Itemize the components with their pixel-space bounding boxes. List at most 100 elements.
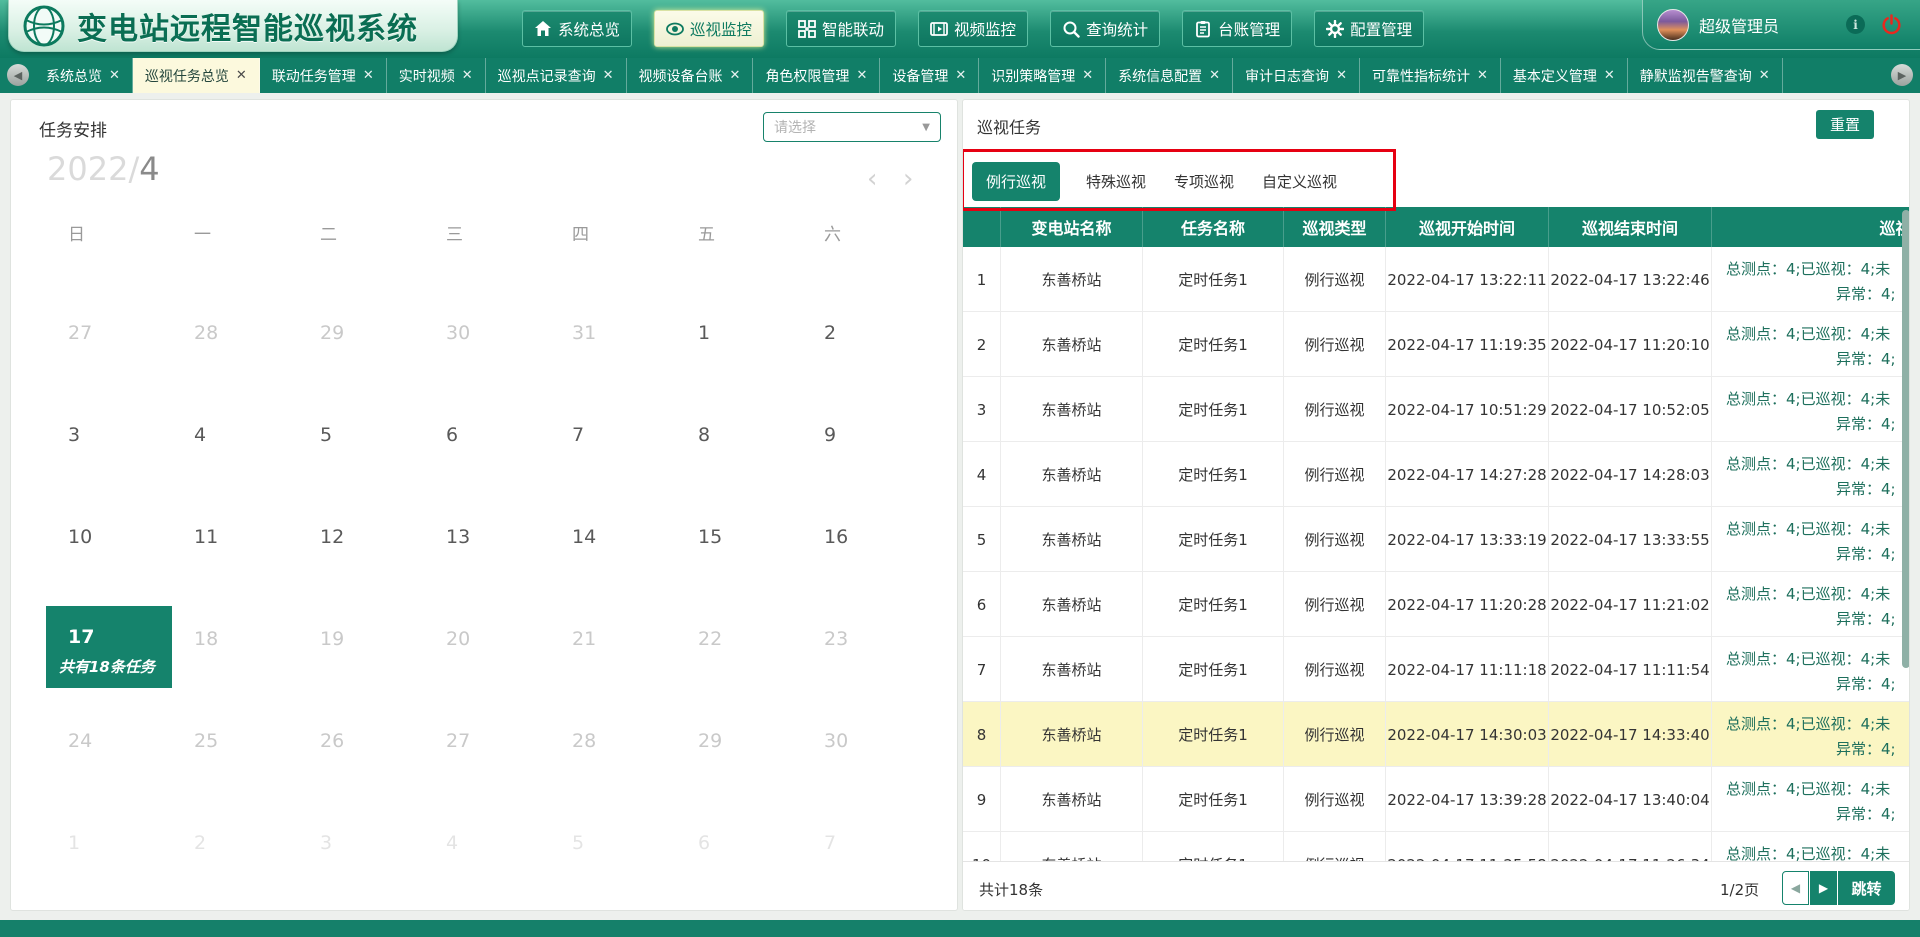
nav-config-button[interactable]: 配置管理	[1314, 10, 1424, 47]
tab-3[interactable]: 联动任务管理✕	[260, 58, 387, 93]
nav-home-button[interactable]: 系统总览	[522, 10, 632, 47]
calendar-day[interactable]: 16	[802, 490, 928, 592]
nav-video-button[interactable]: 视频监控	[918, 10, 1028, 47]
nav-ledger-button[interactable]: 台账管理	[1182, 10, 1292, 47]
tab-close-icon[interactable]: ✕	[1336, 68, 1347, 83]
power-logout-icon[interactable]	[1881, 14, 1902, 35]
table-row[interactable]: 4东善桥站定时任务1例行巡视2022-04-17 14:27:282022-04…	[963, 442, 1910, 507]
calendar-day[interactable]: 22	[676, 592, 802, 694]
calendar-prev-icon[interactable]: ‹	[867, 166, 877, 192]
filter-tab-3[interactable]: 专项巡视	[1172, 162, 1236, 201]
calendar-day[interactable]: 29	[676, 694, 802, 796]
tab-close-icon[interactable]: ✕	[856, 68, 867, 83]
info-icon[interactable]: i	[1846, 15, 1865, 34]
calendar-day[interactable]: 1	[46, 796, 172, 898]
calendar-day[interactable]: 4	[424, 796, 550, 898]
calendar-day[interactable]: 3	[298, 796, 424, 898]
calendar-day[interactable]: 7	[802, 796, 928, 898]
tab-13[interactable]: 基本定义管理✕	[1501, 58, 1628, 93]
calendar-day[interactable]: 8	[676, 388, 802, 490]
calendar-day[interactable]: 23	[802, 592, 928, 694]
table-scrollbar-thumb[interactable]	[1902, 210, 1910, 668]
user-avatar[interactable]	[1657, 9, 1689, 41]
calendar-day[interactable]: 14	[550, 490, 676, 592]
reset-button[interactable]: 重置	[1816, 110, 1874, 139]
tab-11[interactable]: 审计日志查询✕	[1233, 58, 1360, 93]
tab-4[interactable]: 实时视频✕	[387, 58, 486, 93]
tab-10[interactable]: 系统信息配置✕	[1106, 58, 1233, 93]
table-row[interactable]: 9东善桥站定时任务1例行巡视2022-04-17 13:39:282022-04…	[963, 767, 1910, 832]
page-jump-button[interactable]: 跳转	[1838, 871, 1895, 905]
calendar-day[interactable]: 28	[550, 694, 676, 796]
calendar-day[interactable]: 18	[172, 592, 298, 694]
calendar-day[interactable]: 2	[802, 286, 928, 388]
nav-search-button[interactable]: 查询统计	[1050, 10, 1160, 47]
tab-6[interactable]: 视频设备台账✕	[627, 58, 754, 93]
table-row[interactable]: 7东善桥站定时任务1例行巡视2022-04-17 11:11:182022-04…	[963, 637, 1910, 702]
calendar-day[interactable]: 24	[46, 694, 172, 796]
nav-smart-link-button[interactable]: 智能联动	[786, 10, 896, 47]
calendar-next-icon[interactable]: ›	[903, 166, 913, 192]
tab-close-icon[interactable]: ✕	[462, 68, 473, 83]
calendar-day[interactable]: 28	[172, 286, 298, 388]
filter-tab-2[interactable]: 特殊巡视	[1084, 162, 1148, 201]
tab-5[interactable]: 巡视点记录查询✕	[486, 58, 627, 93]
calendar-day[interactable]: 21	[550, 592, 676, 694]
station-select[interactable]: 请选择 ▼	[763, 112, 941, 142]
calendar-day[interactable]: 10	[46, 490, 172, 592]
table-row[interactable]: 2东善桥站定时任务1例行巡视2022-04-17 11:19:352022-04…	[963, 312, 1910, 377]
tab-close-icon[interactable]: ✕	[1209, 68, 1220, 83]
tab-14[interactable]: 静默监视告警查询✕	[1628, 58, 1783, 93]
calendar-day[interactable]: 5	[550, 796, 676, 898]
tab-close-icon[interactable]: ✕	[109, 68, 120, 83]
calendar-day[interactable]: 15	[676, 490, 802, 592]
tab-8[interactable]: 设备管理✕	[880, 58, 979, 93]
calendar-day[interactable]: 13	[424, 490, 550, 592]
calendar-day[interactable]: 25	[172, 694, 298, 796]
calendar-day[interactable]: 27	[424, 694, 550, 796]
calendar-day[interactable]: 4	[172, 388, 298, 490]
tab-close-icon[interactable]: ✕	[730, 68, 741, 83]
calendar-day[interactable]: 31	[550, 286, 676, 388]
tabs-scroll-right-icon[interactable]: ▶	[1891, 64, 1913, 86]
calendar-day[interactable]: 2	[172, 796, 298, 898]
calendar-day[interactable]: 30	[802, 694, 928, 796]
table-row[interactable]: 1东善桥站定时任务1例行巡视2022-04-17 13:22:112022-04…	[963, 247, 1910, 312]
page-prev-button[interactable]: ◀	[1782, 871, 1809, 905]
calendar-day[interactable]: 19	[298, 592, 424, 694]
tab-12[interactable]: 可靠性指标统计✕	[1360, 58, 1501, 93]
tab-close-icon[interactable]: ✕	[1082, 68, 1093, 83]
table-row[interactable]: 8东善桥站定时任务1例行巡视2022-04-17 14:30:032022-04…	[963, 702, 1910, 767]
table-row[interactable]: 6东善桥站定时任务1例行巡视2022-04-17 11:20:282022-04…	[963, 572, 1910, 637]
tab-2[interactable]: 巡视任务总览✕	[133, 58, 260, 93]
calendar-day-selected[interactable]: 17共有18条任务	[46, 592, 172, 694]
calendar-day[interactable]: 9	[802, 388, 928, 490]
calendar-day[interactable]: 3	[46, 388, 172, 490]
tab-1[interactable]: 系统总览✕	[34, 58, 133, 93]
calendar-day[interactable]: 26	[298, 694, 424, 796]
tab-close-icon[interactable]: ✕	[236, 68, 247, 83]
calendar-day[interactable]: 29	[298, 286, 424, 388]
table-row[interactable]: 5东善桥站定时任务1例行巡视2022-04-17 13:33:192022-04…	[963, 507, 1910, 572]
selected-day-block[interactable]: 17共有18条任务	[46, 606, 172, 688]
tab-7[interactable]: 角色权限管理✕	[753, 58, 880, 93]
filter-tab-4[interactable]: 自定义巡视	[1260, 162, 1339, 201]
nav-eye-button[interactable]: 巡视监控	[654, 10, 764, 47]
calendar-day[interactable]: 11	[172, 490, 298, 592]
calendar-day[interactable]: 7	[550, 388, 676, 490]
calendar-day[interactable]: 6	[424, 388, 550, 490]
calendar-day[interactable]: 1	[676, 286, 802, 388]
table-row[interactable]: 10东善桥站定时任务1例行巡视2022-04-17 11:25:582022-0…	[963, 832, 1910, 861]
calendar-day[interactable]: 12	[298, 490, 424, 592]
filter-tab-1[interactable]: 例行巡视	[972, 162, 1060, 201]
tabs-scroll-left-icon[interactable]: ◀	[7, 64, 29, 86]
calendar-day[interactable]: 30	[424, 286, 550, 388]
tab-close-icon[interactable]: ✕	[955, 68, 966, 83]
tab-close-icon[interactable]: ✕	[363, 68, 374, 83]
tab-close-icon[interactable]: ✕	[603, 68, 614, 83]
calendar-day[interactable]: 6	[676, 796, 802, 898]
page-next-button[interactable]: ▶	[1810, 871, 1837, 905]
tab-9[interactable]: 识别策略管理✕	[979, 58, 1106, 93]
tab-close-icon[interactable]: ✕	[1477, 68, 1488, 83]
tab-close-icon[interactable]: ✕	[1604, 68, 1615, 83]
